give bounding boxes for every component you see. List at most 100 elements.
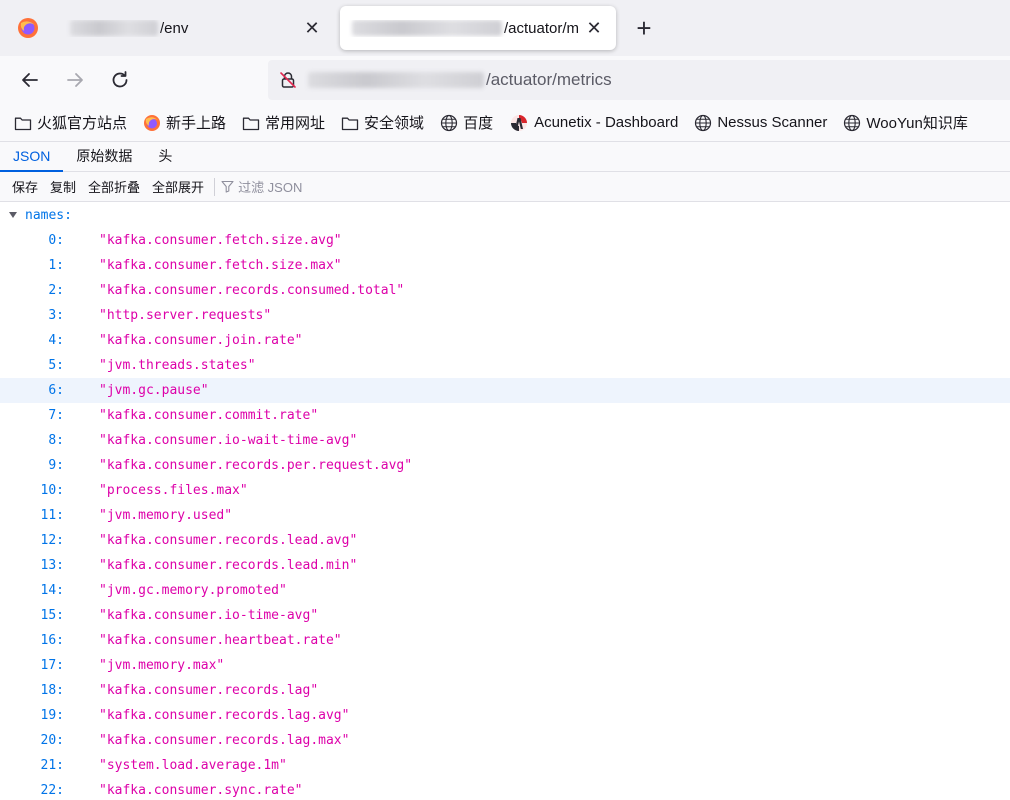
json-key: names: [25,208,72,223]
json-index: 2: [48,283,64,298]
json-string-value: "system.load.average.1m" [99,758,287,773]
bookmark-label: Nessus Scanner [717,114,828,131]
close-tab-icon[interactable]: ✕ [580,14,608,42]
json-row[interactable]: 16: "kafka.consumer.heartbeat.rate" [0,628,1010,653]
json-index: 16: [40,633,64,648]
json-row[interactable]: 4: "kafka.consumer.join.rate" [0,328,1010,353]
firefox-view-icon[interactable] [8,10,48,46]
json-row[interactable]: 22: "kafka.consumer.sync.rate" [0,778,1010,800]
redacted-host [352,20,502,36]
redacted-host [308,72,484,88]
url-bar[interactable]: /actuator/metrics [268,60,1010,100]
json-string-value: "kafka.consumer.fetch.size.max" [99,258,342,273]
bookmarks-toolbar: 火狐官方站点 新手上路 常用网址 安全领域 百度 Acunetix - Dash… [0,104,1010,142]
json-tree: names: 0: "kafka.consumer.fetch.size.avg"… [0,203,1010,800]
json-row[interactable]: 15: "kafka.consumer.io-time-avg" [0,603,1010,628]
json-index: 11: [40,508,64,523]
json-index: 13: [40,558,64,573]
globe-icon [844,114,861,131]
json-row[interactable]: 20: "kafka.consumer.records.lag.max" [0,728,1010,753]
tab-strip: /env ✕ /actuator/m ✕ + [0,0,1010,56]
json-row[interactable]: 18: "kafka.consumer.records.lag" [0,678,1010,703]
forward-button[interactable] [59,64,91,96]
json-index: 5: [48,358,64,373]
folder-icon [14,117,32,130]
json-index: 8: [48,433,64,448]
expand-all-button[interactable]: 全部展开 [146,177,210,196]
bookmark-common-sites[interactable]: 常用网址 [242,112,325,133]
json-string-value: "kafka.consumer.fetch.size.avg" [99,233,342,248]
expand-triangle-icon[interactable] [9,212,17,218]
json-row[interactable]: 0: "kafka.consumer.fetch.size.avg" [0,228,1010,253]
json-string-value: "kafka.consumer.heartbeat.rate" [99,633,342,648]
json-string-value: "kafka.consumer.records.per.request.avg" [99,458,413,473]
back-button[interactable] [14,64,46,96]
json-row[interactable]: 7: "kafka.consumer.commit.rate" [0,403,1010,428]
json-row[interactable]: 1: "kafka.consumer.fetch.size.max" [0,253,1010,278]
tab-raw-data[interactable]: 原始数据 [63,142,145,172]
json-viewer-tabs: JSON 原始数据 头 [0,142,1010,172]
new-tab-button[interactable]: + [628,12,660,44]
json-row[interactable]: 11: "jvm.memory.used" [0,503,1010,528]
json-row[interactable]: 17: "jvm.memory.max" [0,653,1010,678]
json-string-value: "kafka.consumer.records.lag" [99,683,319,698]
json-row[interactable]: 12: "kafka.consumer.records.lead.avg" [0,528,1010,553]
insecure-lock-icon[interactable] [268,71,308,89]
toolbar-divider [214,177,216,196]
json-string-value: "process.files.max" [99,483,248,498]
json-string-value: "kafka.consumer.records.lag.avg" [99,708,350,723]
json-index: 3: [48,308,64,323]
json-row[interactable]: 8: "kafka.consumer.io-wait-time-avg" [0,428,1010,453]
json-root-row[interactable]: names: [0,203,1010,228]
close-tab-icon[interactable]: ✕ [298,14,326,42]
json-index: 9: [48,458,64,473]
bookmark-getting-started[interactable]: 新手上路 [143,112,226,133]
copy-button[interactable]: 复制 [44,177,82,196]
json-index: 0: [48,233,64,248]
bookmark-acunetix[interactable]: Acunetix - Dashboard [509,113,678,133]
tab-title-text: /env [160,19,189,37]
bookmark-nessus[interactable]: Nessus Scanner [694,114,827,132]
json-string-value: "kafka.consumer.join.rate" [99,333,303,348]
bookmark-security[interactable]: 安全领域 [341,112,424,133]
redacted-host [70,20,158,36]
json-row[interactable]: 6: "jvm.gc.pause" [0,378,1010,403]
tab-json[interactable]: JSON [0,142,64,172]
filter-icon [221,180,234,193]
json-string-value: "jvm.memory.used" [99,508,233,523]
json-row[interactable]: 9: "kafka.consumer.records.per.request.av… [0,453,1010,478]
navigation-bar: /actuator/metrics [0,56,1010,104]
json-row[interactable]: 13: "kafka.consumer.records.lead.min" [0,553,1010,578]
globe-icon [695,114,712,131]
json-row[interactable]: 5: "jvm.threads.states" [0,353,1010,378]
json-row[interactable]: 3: "http.server.requests" [0,303,1010,328]
json-index: 17: [40,658,64,673]
save-button[interactable]: 保存 [6,177,44,196]
url-path: /actuator/metrics [486,70,612,89]
bookmark-baidu[interactable]: 百度 [440,112,493,133]
tab-metrics[interactable]: /actuator/m ✕ [340,6,616,50]
json-row[interactable]: 10: "process.files.max" [0,478,1010,503]
json-string-value: "jvm.memory.max" [99,658,225,673]
filter-json-input[interactable]: 过滤 JSON [221,177,302,196]
bookmark-wooyun[interactable]: WooYun知识库 [843,112,968,133]
tab-env[interactable]: /env ✕ [58,6,334,50]
json-row[interactable]: 14: "jvm.gc.memory.promoted" [0,578,1010,603]
reload-button[interactable] [104,64,136,96]
json-row[interactable]: 21: "system.load.average.1m" [0,753,1010,778]
json-index: 1: [48,258,64,273]
json-string-value: "kafka.consumer.records.lead.min" [99,558,358,573]
json-row[interactable]: 2: "kafka.consumer.records.consumed.total… [0,278,1010,303]
bookmark-label: 常用网址 [265,115,326,132]
json-index: 10: [40,483,64,498]
json-row[interactable]: 19: "kafka.consumer.records.lag.avg" [0,703,1010,728]
json-index: 22: [40,783,64,798]
json-index: 21: [40,758,64,773]
collapse-all-button[interactable]: 全部折叠 [82,177,146,196]
json-string-value: "jvm.gc.pause" [99,383,209,398]
json-string-value: "kafka.consumer.records.consumed.total" [99,283,405,298]
tab-headers[interactable]: 头 [145,142,185,172]
firefox-icon [144,114,161,131]
bookmark-firefox-official[interactable]: 火狐官方站点 [14,112,127,133]
json-string-value: "kafka.consumer.sync.rate" [99,783,303,798]
